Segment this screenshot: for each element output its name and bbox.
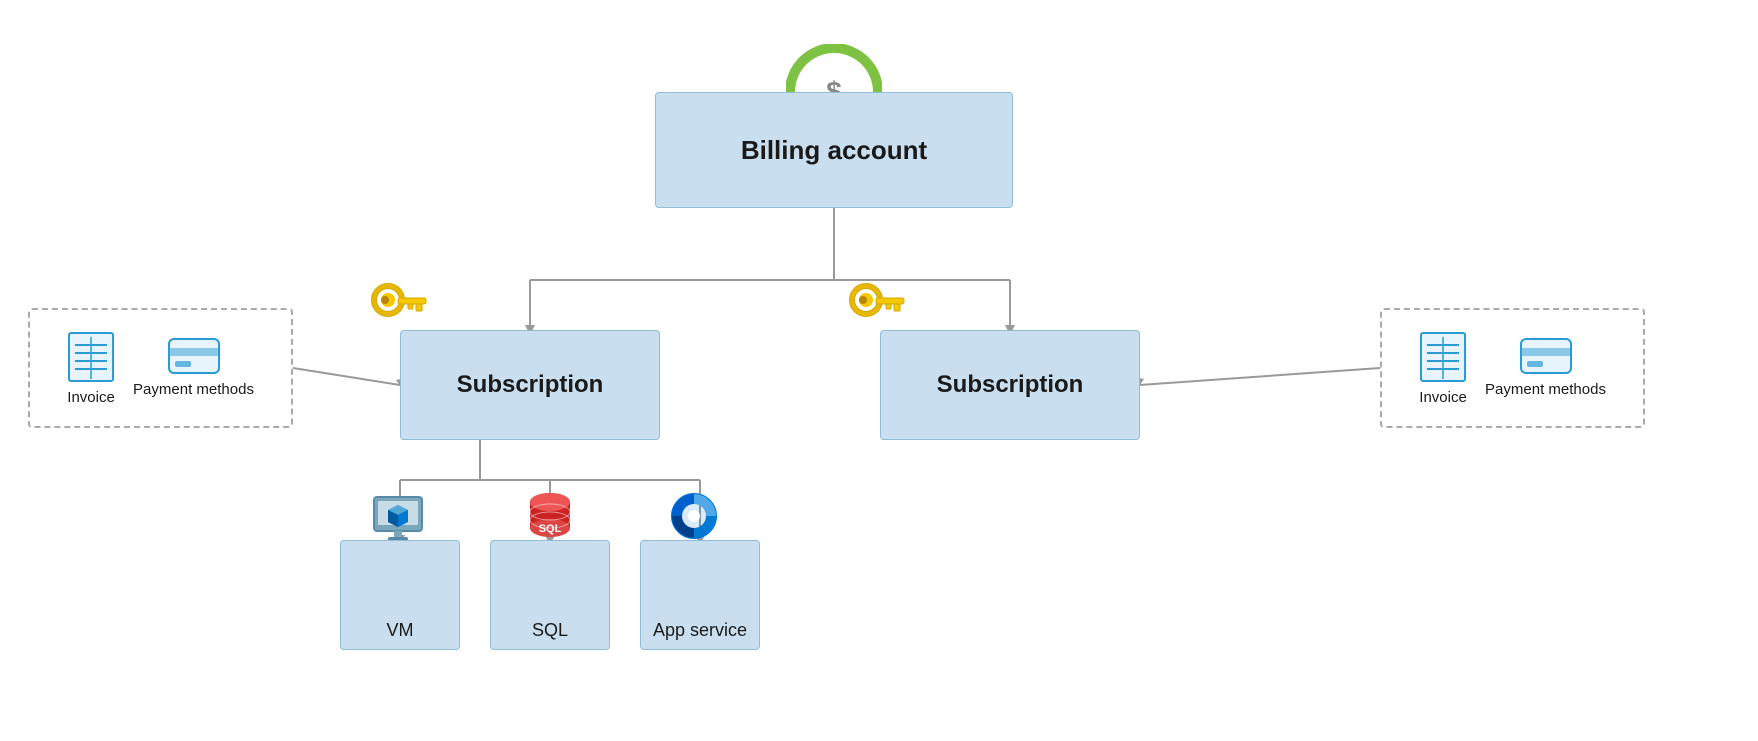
invoice-section-right: Invoice <box>1419 331 1467 406</box>
payment-section-left: Payment methods <box>133 337 254 399</box>
invoice-payment-right: Invoice Payment methods <box>1380 308 1645 428</box>
sql-box: SQL <box>490 540 610 650</box>
payment-label-left: Payment methods <box>133 381 254 399</box>
sql-label: SQL <box>532 620 568 641</box>
billing-account-box: Billing account <box>655 92 1013 208</box>
subscription-box-left: Subscription <box>400 330 660 440</box>
invoice-section-left: Invoice <box>67 331 115 406</box>
invoice-payment-left: Invoice Payment methods <box>28 308 293 428</box>
billing-account-label: Billing account <box>741 135 927 166</box>
payment-label-right: Payment methods <box>1485 381 1606 399</box>
app-service-box: App service <box>640 540 760 650</box>
invoice-label-left: Invoice <box>67 389 115 406</box>
invoice-label-right: Invoice <box>1419 389 1467 406</box>
payment-section-right: Payment methods <box>1485 337 1606 399</box>
sql-resource-icon: SQL <box>510 490 590 547</box>
svg-text:SQL: SQL <box>539 523 562 535</box>
app-service-label: App service <box>653 620 747 641</box>
subscription-box-right: Subscription <box>880 330 1140 440</box>
vm-label: VM <box>387 620 414 641</box>
subscription-label-left: Subscription <box>457 371 604 399</box>
vm-box: VM <box>340 540 460 650</box>
subscription-label-right: Subscription <box>937 371 1084 399</box>
diagram-container: $ Billing account <box>0 0 1758 741</box>
app-service-resource-icon <box>654 490 734 547</box>
